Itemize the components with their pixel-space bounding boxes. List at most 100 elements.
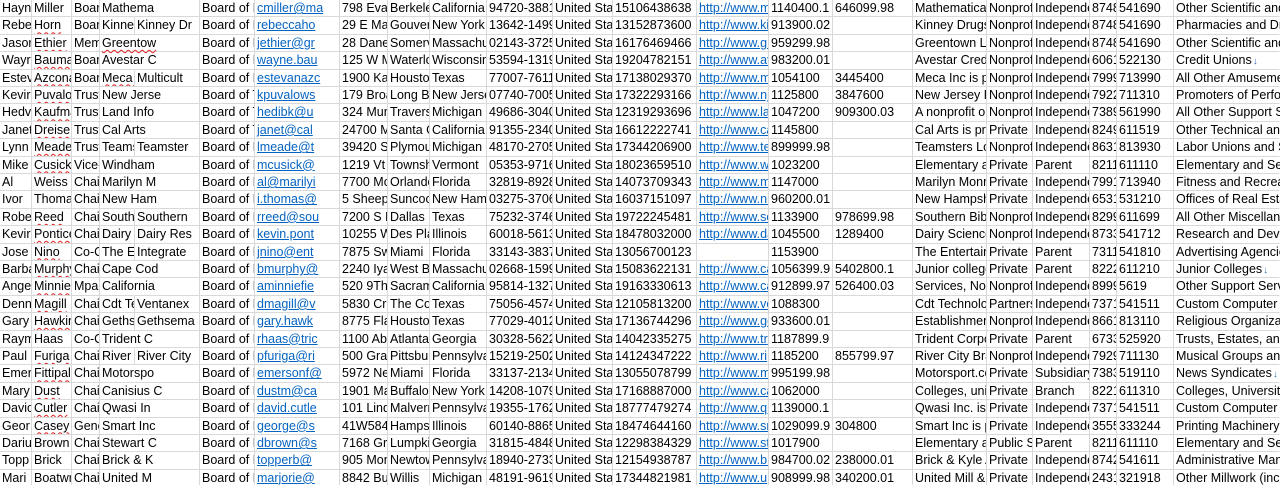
table-cell[interactable]: 611310 [1117,382,1174,401]
table-cell[interactable]: Santa Cl [388,121,430,140]
table-cell[interactable]: United Stat [553,348,613,366]
table-cell[interactable]: The Enter [100,243,135,261]
table-cell[interactable]: 1187899.9 [769,330,833,348]
table-cell[interactable]: Cdt Technolo [913,295,987,314]
table-cell[interactable] [833,191,913,209]
table-cell[interactable]: Board of Direc [200,261,255,279]
table-cell[interactable]: Trust [72,87,100,105]
table-cell[interactable]: Pittsbur [388,348,430,366]
table-cell[interactable]: 07740-7005 [487,87,553,105]
table-cell[interactable]: United Stat [553,417,613,435]
table-cell[interactable] [833,382,913,401]
table-cell[interactable]: Independe [1033,17,1090,35]
table-cell[interactable]: 33143-3837 [487,243,553,261]
table-cell[interactable]: rhaas@tric [255,330,340,348]
table-cell[interactable]: Dallas [388,208,430,227]
table-cell[interactable]: Willis [388,469,430,485]
table-cell[interactable]: Texas [430,69,487,87]
table-cell[interactable]: 340200.01 [833,469,913,485]
table-cell[interactable]: 1047200 [769,104,833,122]
table-cell[interactable]: 813110 [1117,313,1174,331]
table-cell[interactable]: 531210 [1117,191,1174,209]
table-cell[interactable]: Research and Devel [1174,226,1280,244]
table-cell[interactable]: 17322293166 [613,87,697,105]
table-cell[interactable]: Horn [32,17,72,35]
table-cell[interactable]: Denn [0,295,32,314]
table-cell[interactable]: 7383 [1090,365,1117,383]
table-cell[interactable]: kpuvalows [255,87,340,105]
table-cell[interactable]: Avestar C [100,52,157,70]
table-cell[interactable]: 15083622131 [613,261,697,279]
table-cell[interactable]: Pennsylvar [430,348,487,366]
table-cell[interactable]: Board of Trust [200,121,255,140]
table-cell[interactable]: Florida [430,174,487,192]
table-cell[interactable]: http://www.sr [697,417,769,435]
table-cell[interactable]: California [100,278,155,296]
table-cell[interactable]: Massachus [430,261,487,279]
table-cell[interactable]: Independe [1033,0,1090,18]
table-cell[interactable]: Berkeley [388,0,430,18]
table-cell[interactable]: pfuriga@ri [255,348,340,366]
table-cell[interactable]: 541690 [1117,17,1174,35]
table-cell[interactable]: 1145800 [769,121,833,140]
table-cell[interactable]: Meade [32,139,72,157]
table-cell[interactable]: 7999 [1090,69,1117,87]
table-cell[interactable]: Integrate [135,243,200,261]
table-cell[interactable]: Parent [1033,435,1090,453]
table-cell[interactable]: 77007-7611 [487,69,553,87]
table-cell[interactable]: River City [135,348,200,366]
table-cell[interactable]: 912899.97 [769,278,833,296]
table-cell[interactable]: 8842 Bu [340,469,388,485]
table-cell[interactable]: Topp [0,452,32,470]
table-cell[interactable]: Private [987,452,1033,470]
table-cell[interactable] [833,295,913,314]
table-cell[interactable]: Board of Direc [200,52,255,70]
table-cell[interactable]: Brick [32,452,72,470]
table-cell[interactable]: United Stat [553,121,613,140]
table-cell[interactable]: Wayr [0,52,32,70]
table-cell[interactable]: 526400.03 [833,278,913,296]
table-cell[interactable]: 1054100 [769,69,833,87]
table-cell[interactable]: 10255 W [340,226,388,244]
table-cell[interactable]: Nino [32,243,72,261]
table-cell[interactable]: 12319293696 [613,104,697,122]
table-cell[interactable]: Davic [0,400,32,418]
table-cell[interactable]: 1133900 [769,208,833,227]
table-cell[interactable]: Elementary ar [913,156,987,174]
table-cell[interactable]: Chair [72,226,100,244]
table-cell[interactable]: Partners [987,295,1033,314]
table-cell[interactable]: United Stat [553,139,613,157]
table-cell[interactable]: aminniefie [255,278,340,296]
table-cell[interactable]: Services, Not [913,278,987,296]
table-cell[interactable]: 14073709343 [613,174,697,192]
table-cell[interactable]: United Stat [553,104,613,122]
table-cell[interactable]: Furiga [32,348,72,366]
table-cell[interactable]: Religious Organizat [1174,313,1280,331]
table-cell[interactable]: Minnie [32,278,72,296]
table-cell[interactable]: bmurphy@ [255,261,340,279]
table-cell[interactable]: jnino@ent [255,243,340,261]
table-cell[interactable]: Custom Computer P [1174,400,1280,418]
table-cell[interactable]: http://www.so [697,208,769,227]
table-cell[interactable]: Independe [1033,226,1090,244]
table-cell[interactable]: Des Plai [388,226,430,244]
table-cell[interactable]: 711310 [1117,87,1174,105]
table-cell[interactable]: 16176469466 [613,34,697,53]
table-cell[interactable]: Atlanta [388,330,430,348]
table-cell[interactable]: Reed [32,208,72,227]
table-cell[interactable]: Greentow [100,35,156,53]
table-cell[interactable]: Board of Direc [200,400,255,418]
table-cell[interactable]: Cape Cod [100,261,158,279]
table-cell[interactable]: estevanazc [255,69,340,87]
table-cell[interactable]: Colleges, Universitie [1174,383,1280,401]
table-cell[interactable]: Private [987,243,1033,261]
table-cell[interactable]: Kinney Dr [100,17,135,35]
table-cell[interactable]: Massachus [430,34,487,53]
table-cell[interactable]: New York [430,382,487,401]
table-cell[interactable]: 713990 [1117,69,1174,87]
table-cell[interactable]: Cal Arts is pri [913,121,987,140]
table-cell[interactable]: Dariu [0,435,32,453]
table-cell[interactable]: United M [100,470,152,485]
table-cell[interactable]: Board of Direc [200,417,255,435]
table-cell[interactable]: 1088300 [769,295,833,314]
